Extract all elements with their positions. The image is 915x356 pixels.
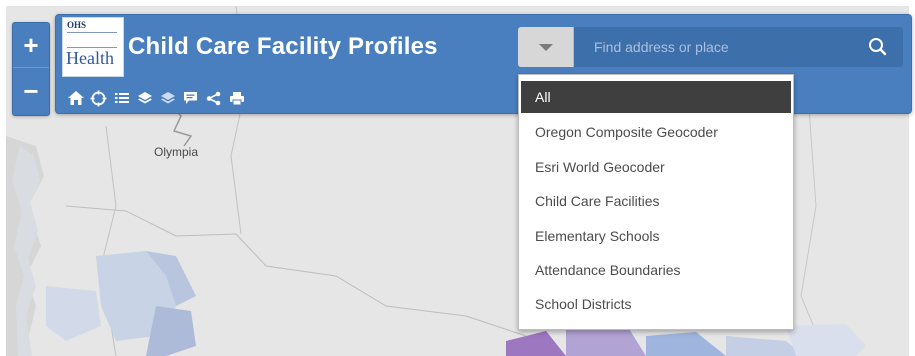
locate-button[interactable] [87, 87, 110, 109]
search-source-option-all[interactable]: All [521, 81, 791, 113]
list-icon [114, 93, 129, 103]
logo-word: Health [66, 48, 114, 68]
print-icon [229, 91, 244, 105]
layers-button[interactable] [133, 87, 156, 109]
print-button[interactable] [225, 87, 248, 109]
logo-subtitle-lines [67, 32, 117, 48]
search-widget [518, 27, 903, 67]
search-source-option-attendance-boundaries[interactable]: Attendance Boundaries [519, 254, 793, 286]
zoom-control: + − [12, 22, 50, 116]
search-source-dropdown-toggle[interactable] [518, 27, 574, 67]
zoom-in-button[interactable]: + [13, 23, 49, 68]
search-source-option-elementary-schools[interactable]: Elementary Schools [519, 220, 793, 252]
search-icon [869, 38, 887, 56]
app-title: Child Care Facility Profiles [128, 33, 438, 60]
search-source-option-oregon-composite-geocoder[interactable]: Oregon Composite Geocoder [519, 116, 793, 148]
comment-icon [184, 92, 197, 104]
map-city-label: Olympia [154, 145, 199, 159]
comment-button[interactable] [179, 87, 202, 109]
basemap-button[interactable] [156, 87, 179, 109]
logo-top-text: OHS [67, 20, 87, 30]
home-button[interactable] [64, 87, 87, 109]
search-source-menu: All Oregon Composite Geocoder Esri World… [518, 74, 794, 330]
share-icon [206, 91, 221, 105]
zoom-out-button[interactable]: − [13, 69, 49, 113]
search-source-option-school-districts[interactable]: School Districts [519, 288, 793, 320]
search-input[interactable] [574, 27, 854, 67]
layers-alt-icon [160, 92, 175, 104]
search-source-option-child-care-facilities[interactable]: Child Care Facilities [519, 185, 793, 217]
locate-icon [90, 90, 107, 106]
caret-down-icon [539, 44, 553, 51]
search-button[interactable] [854, 27, 903, 67]
list-button[interactable] [110, 87, 133, 109]
health-logo: OHS Health [62, 17, 124, 77]
home-icon [67, 91, 84, 105]
search-source-option-esri-world-geocoder[interactable]: Esri World Geocoder [519, 151, 793, 183]
share-button[interactable] [202, 87, 225, 109]
toolbar [64, 87, 248, 109]
layers-icon [137, 92, 152, 104]
